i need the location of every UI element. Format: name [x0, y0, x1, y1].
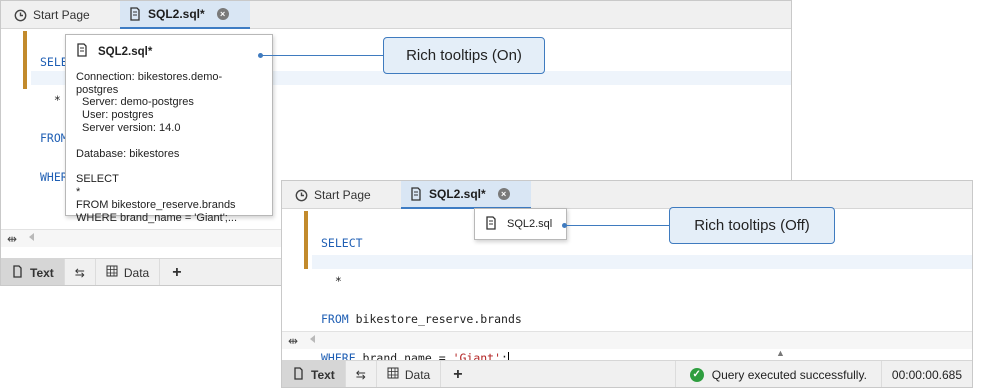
data-view-button[interactable]: Data — [96, 259, 161, 285]
callout-connector-off — [565, 225, 669, 226]
start-page-icon — [294, 188, 308, 202]
modified-lines-marker — [304, 211, 308, 269]
tab-start-page[interactable]: Start Page — [5, 1, 98, 29]
sql-file-icon — [485, 215, 497, 233]
success-check-icon: ✓ — [689, 368, 704, 382]
server-info: Server: demo-postgres — [82, 96, 194, 109]
status-message-text: Query executed successfully. — [711, 368, 867, 382]
tab-label: Start Page — [33, 8, 90, 22]
text-view-button[interactable]: Text — [1, 259, 65, 285]
tab-bar: Start Page SQL2.sql* × — [1, 1, 791, 29]
rich-tooltip: SQL2.sql* Connection: bikestores.demo-po… — [65, 34, 273, 224]
tooltip-title: SQL2.sql* — [76, 43, 262, 61]
split-view-icon[interactable]: ⇹ — [288, 334, 298, 348]
add-tab-button[interactable]: + — [441, 361, 474, 387]
close-icon[interactable]: × — [216, 8, 229, 20]
scroll-left-icon[interactable] — [29, 233, 34, 241]
user-info: User: postgres — [82, 109, 154, 122]
callout-anchor-dot — [562, 223, 567, 228]
status-message: ✓ Query executed successfully. — [674, 361, 881, 387]
database-info: Database: bikestores — [76, 147, 180, 160]
text-label: Text — [30, 265, 54, 280]
data-view-button[interactable]: Data — [377, 361, 442, 387]
query-preview-line: WHERE brand_name = 'Giant';... — [76, 211, 238, 224]
tab-sql2[interactable]: SQL2.sql* × — [401, 181, 531, 209]
status-bar: ✓ Query executed successfully. 00:00:00.… — [674, 361, 972, 387]
tab-label: SQL2.sql* — [429, 187, 486, 201]
close-icon[interactable]: × — [497, 188, 510, 200]
add-tab-button[interactable]: + — [160, 259, 193, 285]
grid-icon — [106, 265, 118, 280]
modified-lines-marker — [23, 31, 27, 89]
scroll-left-icon[interactable] — [310, 335, 315, 343]
query-preview-line: SELECT — [76, 173, 119, 186]
tab-label: Start Page — [314, 188, 371, 202]
callout-connector-on — [261, 55, 383, 56]
horizontal-scrollbar[interactable]: ⇹ — [282, 331, 972, 349]
data-label: Data — [404, 367, 431, 382]
query-preview-line: * — [76, 185, 81, 198]
text-icon — [11, 264, 24, 281]
callout-anchor-dot — [258, 53, 263, 58]
text-icon — [292, 366, 305, 383]
keyword-select: SELECT — [321, 235, 363, 250]
callout-rich-tooltips-off: Rich tooltips (Off) — [669, 207, 835, 244]
callout-rich-tooltips-on: Rich tooltips (On) — [383, 37, 545, 74]
grid-icon — [387, 367, 399, 382]
data-label: Data — [123, 265, 150, 280]
text-view-button[interactable]: Text — [282, 361, 346, 387]
tooltip-title-text: SQL2.sql* — [98, 45, 153, 58]
start-page-icon — [13, 8, 27, 22]
tab-bar: Start Page SQL2.sql* × — [282, 181, 972, 209]
swap-view-button[interactable]: ⇆ — [65, 259, 96, 285]
sql-file-icon — [76, 43, 88, 61]
sql-file-icon — [409, 187, 423, 201]
code-table-name: bikestore_reserve.brands — [348, 312, 522, 327]
tab-sql2[interactable]: SQL2.sql* × — [120, 1, 250, 29]
execution-time: 00:00:00.685 — [880, 361, 972, 387]
sql-editor[interactable]: SELECT * FROM bikestore_reserve.brands W… — [282, 209, 972, 364]
swap-icon: ⇆ — [74, 265, 85, 280]
code-star: * — [321, 273, 342, 288]
tooltip-title-text: SQL2.sql — [507, 218, 553, 230]
editor-window-front: Start Page SQL2.sql* × SELECT * FROM bik… — [281, 180, 973, 388]
text-label: Text — [311, 367, 335, 382]
split-view-icon[interactable]: ⇹ — [7, 232, 17, 246]
server-version-info: Server version: 14.0 — [82, 121, 181, 134]
bottom-toolbar: Text ⇆ Data + ✓ Query executed successfu… — [282, 360, 972, 387]
plain-tooltip: SQL2.sql — [474, 208, 567, 240]
sql-file-icon — [128, 7, 142, 21]
tab-label: SQL2.sql* — [148, 7, 205, 21]
connection-info: Connection: bikestores.demo-postgres — [76, 70, 223, 96]
swap-icon: ⇆ — [355, 367, 366, 382]
expand-panel-icon[interactable]: ▲ — [776, 348, 785, 358]
query-preview-line: FROM bikestore_reserve.brands — [76, 198, 236, 211]
swap-view-button[interactable]: ⇆ — [346, 361, 377, 387]
tab-start-page[interactable]: Start Page — [286, 181, 379, 209]
keyword-from: FROM — [321, 312, 349, 327]
